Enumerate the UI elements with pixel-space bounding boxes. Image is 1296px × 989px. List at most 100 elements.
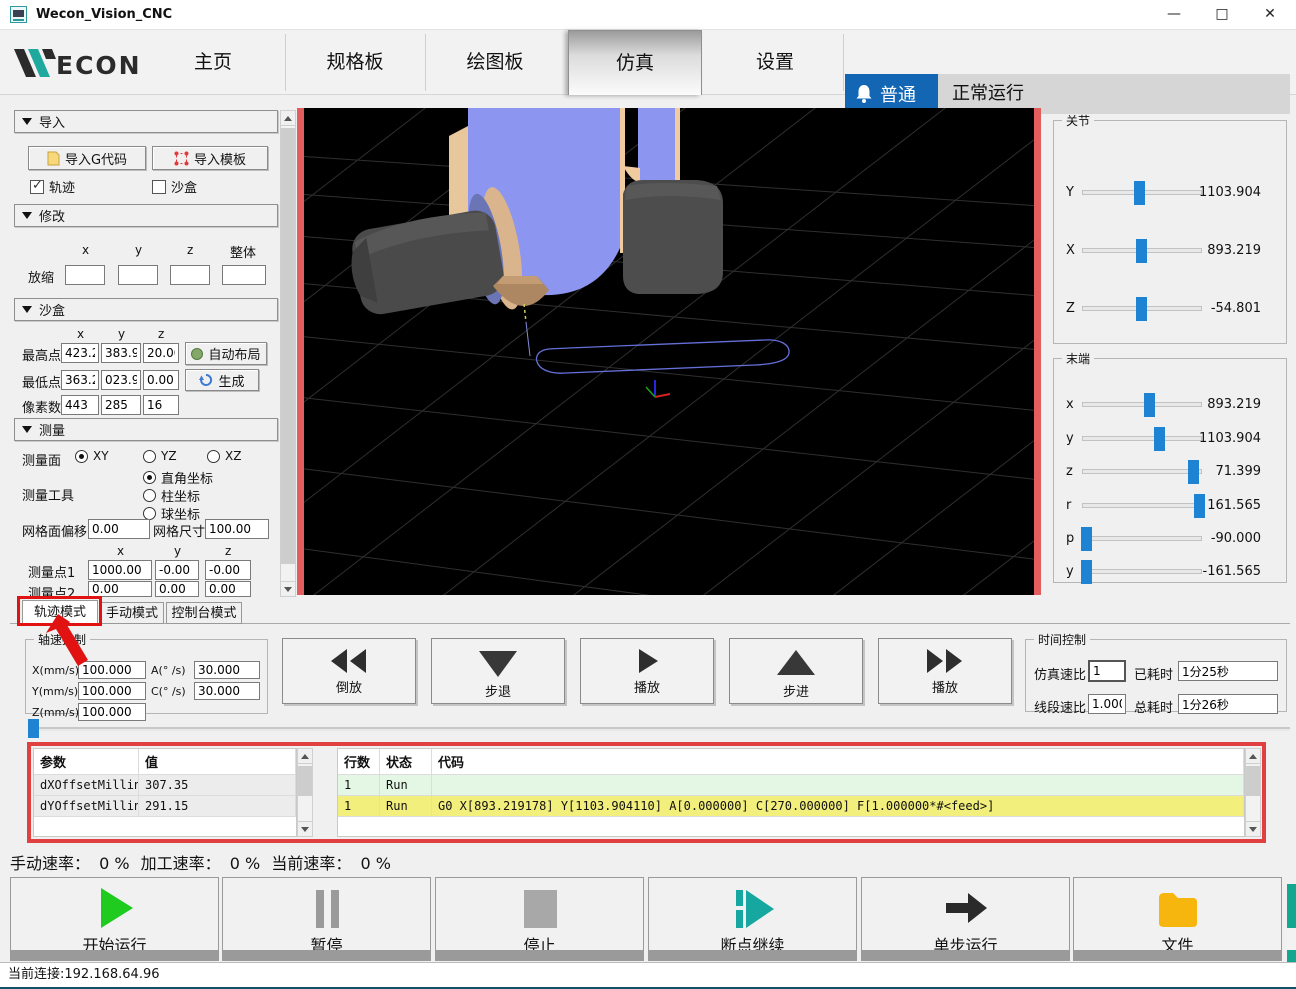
pixel-x-input[interactable] (61, 395, 99, 415)
close-button[interactable]: ✕ (1248, 0, 1292, 29)
table-row[interactable]: dYOffsetMilling 291.15 (34, 796, 296, 817)
p1-x-input[interactable] (88, 560, 152, 580)
minimize-button[interactable]: — (1152, 0, 1196, 29)
max-z-input[interactable] (143, 343, 179, 363)
min-y-input[interactable] (101, 370, 141, 390)
scroll-down-button[interactable] (1246, 821, 1260, 836)
code-row-run[interactable]: 1 Run (338, 775, 1244, 796)
table-row[interactable]: dXOffsetMilling 307.35 (34, 775, 296, 796)
p1-z-input[interactable] (205, 560, 251, 580)
generate-button[interactable]: 生成 (185, 369, 259, 391)
scale-x-input[interactable] (65, 265, 105, 285)
a-speed-input[interactable] (194, 661, 260, 679)
import-template-button[interactable]: 导入模板 (152, 146, 268, 170)
p1-y-input[interactable] (155, 560, 199, 580)
section-header-measure[interactable]: 测量 (14, 418, 278, 441)
single-step-button[interactable]: 单步运行 (861, 877, 1070, 961)
scroll-up-button[interactable] (1246, 749, 1260, 764)
pixel-z-input[interactable] (143, 395, 179, 415)
step-forward-button[interactable]: 步进 (729, 638, 863, 704)
start-run-button[interactable]: 开始运行 (10, 877, 219, 961)
code-table-scrollbar[interactable] (1245, 748, 1261, 837)
slider-thumb[interactable] (1136, 239, 1148, 263)
radio-plane-xy[interactable]: XY (75, 449, 109, 463)
tab-simulation[interactable]: 仿真 (568, 30, 702, 95)
p2-y-input[interactable] (155, 581, 199, 597)
sim-ratio-input[interactable] (1088, 660, 1126, 682)
timeline-thumb[interactable] (28, 719, 39, 738)
section-header-sandbox[interactable]: 沙盒 (14, 298, 278, 321)
rewind-button[interactable]: 倒放 (282, 638, 416, 704)
scrollbar-thumb[interactable] (298, 766, 312, 796)
slider-thumb[interactable] (1080, 560, 1092, 584)
c-speed-input[interactable] (194, 682, 260, 700)
p2-x-input[interactable] (88, 581, 152, 597)
param-table-scrollbar[interactable] (297, 748, 313, 837)
scroll-down-button[interactable] (298, 821, 312, 836)
section-header-modify[interactable]: 修改 (14, 204, 278, 227)
auto-layout-button[interactable]: 自动布局 (185, 342, 267, 365)
radio-rect-coord[interactable]: 直角坐标 (143, 468, 213, 487)
tab-manual-mode[interactable]: 手动模式 (100, 602, 164, 624)
end-x-value: 893.219 (1207, 397, 1261, 412)
grid-offset-label: 网格面偏移 (22, 525, 88, 540)
tab-draw-board[interactable]: 绘图板 (430, 30, 560, 95)
3d-viewport[interactable] (297, 108, 1041, 595)
tab-home[interactable]: 主页 (148, 30, 278, 95)
tab-console-mode[interactable]: 控制台模式 (166, 602, 242, 624)
total-time-input[interactable] (1178, 694, 1278, 714)
radio-plane-yz[interactable]: YZ (143, 449, 177, 463)
code-row-current[interactable]: 1 Run G0 X[893.219178] Y[1103.904110] A[… (338, 796, 1244, 817)
play-button[interactable]: 播放 (580, 638, 714, 704)
pixel-y-input[interactable] (101, 395, 141, 415)
min-x-input[interactable] (61, 370, 99, 390)
slider-thumb[interactable] (1133, 181, 1145, 205)
step-back-button[interactable]: 步退 (431, 638, 565, 704)
radio-cyl-coord[interactable]: 柱坐标 (143, 486, 200, 505)
radio-plane-xz[interactable]: XZ (207, 449, 241, 463)
maximize-button[interactable]: □ (1200, 0, 1244, 29)
slider-thumb[interactable] (1136, 297, 1148, 321)
tab-settings[interactable]: 设置 (710, 30, 840, 95)
radio-selected-icon (75, 449, 88, 463)
parameter-table[interactable]: 参数 值 dXOffsetMilling 307.35 dYOffsetMill… (33, 748, 297, 837)
slider-thumb[interactable] (1080, 527, 1092, 551)
left-panel-scrollbar[interactable] (280, 110, 296, 597)
c-speed-label: C(° /s) (151, 685, 186, 698)
scroll-up-button[interactable] (281, 111, 295, 126)
scroll-down-button[interactable] (281, 581, 295, 596)
scroll-up-button[interactable] (298, 749, 312, 764)
pause-button[interactable]: 暂停 (222, 877, 431, 961)
scrollbar-thumb[interactable] (281, 128, 295, 564)
scale-all-input[interactable] (222, 265, 266, 285)
p2-z-input[interactable] (205, 581, 251, 597)
file-button[interactable]: 文件 (1073, 877, 1282, 961)
section-header-import[interactable]: 导入 (14, 110, 278, 133)
tab-spec-board[interactable]: 规格板 (290, 30, 420, 95)
sandbox-checkbox[interactable]: 沙盒 (152, 177, 197, 196)
scale-z-input[interactable] (170, 265, 210, 285)
y-speed-input[interactable] (78, 682, 146, 700)
measure-point1-label: 测量点1 (28, 566, 76, 581)
max-x-input[interactable] (61, 343, 99, 363)
gcode-table[interactable]: 行数 状态 代码 1 Run 1 Run G0 X[893.219178] Y[… (337, 748, 1245, 837)
breakpoint-resume-button[interactable]: 断点继续 (648, 877, 857, 961)
timeline-track[interactable] (30, 727, 1290, 729)
grid-offset-input[interactable] (88, 519, 150, 539)
z-speed-input[interactable] (78, 703, 146, 721)
scrollbar-thumb[interactable] (1246, 766, 1260, 796)
import-gcode-button[interactable]: 导入G代码 (28, 146, 146, 170)
elapsed-input[interactable] (1178, 661, 1278, 681)
fast-play-button[interactable]: 播放 (878, 638, 1012, 704)
slider-thumb[interactable] (1144, 393, 1156, 417)
grid-size-input[interactable] (205, 519, 269, 539)
segment-ratio-input[interactable] (1088, 694, 1126, 714)
scale-y-input[interactable] (118, 265, 158, 285)
slider-thumb[interactable] (1153, 427, 1165, 451)
checkbox-unchecked-icon (152, 179, 166, 194)
min-z-input[interactable] (143, 370, 179, 390)
stop-button[interactable]: 停止 (435, 877, 644, 961)
track-checkbox[interactable]: 轨迹 (30, 177, 75, 196)
nav-bar: ECON 主页 规格板 绘图板 仿真 设置 普通 正常运行 (0, 30, 1296, 114)
max-y-input[interactable] (101, 343, 141, 363)
